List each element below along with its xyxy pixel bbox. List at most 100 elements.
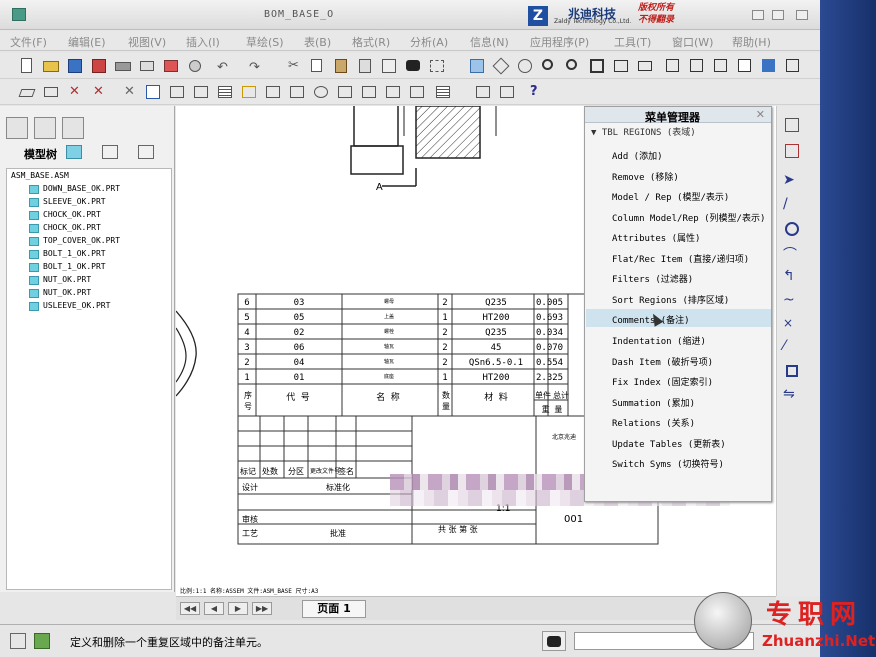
settings-icon[interactable] xyxy=(102,145,118,159)
bom-balloon-icon[interactable] xyxy=(498,83,516,101)
spline-icon[interactable]: ~ xyxy=(783,292,801,310)
shading-icon[interactable] xyxy=(736,57,754,75)
menu-item-summation[interactable]: Summation (累加) xyxy=(586,392,771,410)
columns-icon[interactable] xyxy=(138,145,154,159)
refit-icon[interactable] xyxy=(588,57,606,75)
redo-icon[interactable]: ↷ xyxy=(248,57,266,75)
page-tab[interactable]: 页面 1 xyxy=(302,600,366,618)
trim-icon[interactable]: ✕ xyxy=(66,83,84,101)
balloon-icon[interactable] xyxy=(240,83,258,101)
find-icon[interactable] xyxy=(404,57,422,75)
previous-page-button[interactable]: ◀ xyxy=(204,602,224,615)
menu-help[interactable]: 帮助(H) xyxy=(732,34,771,50)
menu-item-indentation[interactable]: Indentation (缩进) xyxy=(586,330,771,348)
select-box-dropdown[interactable] xyxy=(428,57,452,75)
copy-icon[interactable] xyxy=(308,57,326,75)
cut-icon[interactable]: ✂ xyxy=(284,57,302,75)
table-icon[interactable] xyxy=(216,83,234,101)
section-label[interactable]: ▼ TBL REGIONS (表域) xyxy=(591,125,696,138)
rectangle-icon[interactable] xyxy=(783,362,801,380)
point-icon[interactable]: × xyxy=(783,316,801,334)
menu-info[interactable]: 信息(N) xyxy=(470,34,509,50)
snap-icon[interactable] xyxy=(783,116,801,134)
arc-icon[interactable]: ⌒ xyxy=(783,244,801,263)
menu-file[interactable]: 文件(F) xyxy=(10,34,47,50)
zoom-in-icon[interactable] xyxy=(540,57,558,75)
mail-icon[interactable] xyxy=(162,57,180,75)
select-arrow-icon[interactable]: ➤ xyxy=(783,172,801,190)
menu-item-sort-regions[interactable]: Sort Regions (排序区域) xyxy=(586,289,771,307)
print-icon[interactable] xyxy=(114,57,132,75)
last-page-button[interactable]: ▶▶ xyxy=(252,602,272,615)
open-folder-icon[interactable] xyxy=(42,57,60,75)
save-icon[interactable] xyxy=(66,57,84,75)
repeat-region-icon[interactable] xyxy=(474,83,492,101)
undo-icon[interactable]: ↶ xyxy=(216,57,234,75)
paste-special-icon[interactable] xyxy=(356,57,374,75)
menu-table[interactable]: 表(B) xyxy=(304,34,331,50)
model-tree-settings-icon[interactable] xyxy=(760,57,778,75)
repaint-icon[interactable] xyxy=(612,57,630,75)
regenerate-icon[interactable] xyxy=(380,57,398,75)
menu-item-attributes[interactable]: Attributes (属性) xyxy=(586,227,771,245)
close-icon[interactable]: ✕ xyxy=(756,108,765,121)
mirror-icon[interactable]: ⇋ xyxy=(783,386,801,404)
menu-window[interactable]: 窗口(W) xyxy=(672,34,713,50)
menu-tools[interactable]: 工具(T) xyxy=(614,34,651,50)
preview-icon[interactable] xyxy=(186,57,204,75)
menu-view[interactable]: 视图(V) xyxy=(128,34,166,50)
menu-item-fix-index[interactable]: Fix Index (固定索引) xyxy=(586,371,771,389)
minimize-button[interactable] xyxy=(752,10,764,20)
refresh-icon[interactable] xyxy=(144,83,162,101)
menu-format[interactable]: 格式(R) xyxy=(352,34,390,50)
spin-icon[interactable] xyxy=(516,57,534,75)
close-x-icon[interactable]: ✕ xyxy=(120,83,138,101)
fillet-icon[interactable]: ↰ xyxy=(783,268,801,286)
menu-insert[interactable]: 插入(I) xyxy=(186,34,220,50)
datum-icon[interactable] xyxy=(492,57,510,75)
close-button[interactable] xyxy=(796,10,808,20)
menu-item-remove[interactable]: Remove (移除) xyxy=(586,166,771,184)
delete-segment-icon[interactable]: ✕ xyxy=(90,83,108,101)
menu-item-flat-rec-item[interactable]: Flat/Rec Item (直接/递归项) xyxy=(586,248,771,266)
no-hidden-icon[interactable] xyxy=(712,57,730,75)
wireframe-icon[interactable] xyxy=(664,57,682,75)
model-tree-tab[interactable] xyxy=(6,117,28,139)
edit-icon[interactable] xyxy=(42,83,60,101)
new-file-icon[interactable] xyxy=(18,57,36,75)
layout-icon[interactable] xyxy=(192,83,210,101)
note-icon[interactable] xyxy=(288,83,306,101)
show-icon[interactable] xyxy=(66,145,82,159)
offset-icon[interactable]: ⁄ xyxy=(783,338,801,356)
context-help-icon[interactable]: ? xyxy=(528,83,546,101)
model-status-icon[interactable] xyxy=(34,633,50,649)
zoom-out-icon[interactable] xyxy=(564,57,582,75)
menu-item-switch-syms[interactable]: Switch Syms (切换符号) xyxy=(586,453,771,471)
save-copy-icon[interactable] xyxy=(90,57,108,75)
menu-item-add[interactable]: Add (添加) xyxy=(586,145,771,163)
sketch-line-icon[interactable] xyxy=(18,83,36,101)
line-icon[interactable]: / xyxy=(783,196,801,214)
hatch-icon[interactable] xyxy=(336,83,354,101)
maximize-button[interactable] xyxy=(772,10,784,20)
favorites-tab[interactable] xyxy=(62,117,84,139)
paste-icon[interactable] xyxy=(332,57,350,75)
view-manager-icon[interactable] xyxy=(784,57,802,75)
surface-finish-icon[interactable] xyxy=(312,83,330,101)
menu-applications[interactable]: 应用程序(P) xyxy=(530,34,589,50)
view-icon[interactable] xyxy=(168,83,186,101)
datum-tag-icon[interactable] xyxy=(408,83,426,101)
menu-item-update-tables[interactable]: Update Tables (更新表) xyxy=(586,433,771,451)
menu-item-model-rep[interactable]: Model / Rep (模型/表示) xyxy=(586,186,771,204)
message-area-icon[interactable] xyxy=(10,633,26,649)
send-icon[interactable] xyxy=(138,57,156,75)
gtol-icon[interactable] xyxy=(384,83,402,101)
menu-sketch[interactable]: 草绘(S) xyxy=(246,34,284,50)
show-annotations-icon[interactable] xyxy=(264,83,282,101)
menu-item-filters[interactable]: Filters (过滤器) xyxy=(586,268,771,286)
draft-grid-icon[interactable] xyxy=(783,142,801,160)
layers-icon[interactable] xyxy=(636,57,654,75)
folder-browser-tab[interactable] xyxy=(34,117,56,139)
sketch-icon[interactable] xyxy=(468,57,486,75)
circle-icon[interactable] xyxy=(783,220,801,238)
